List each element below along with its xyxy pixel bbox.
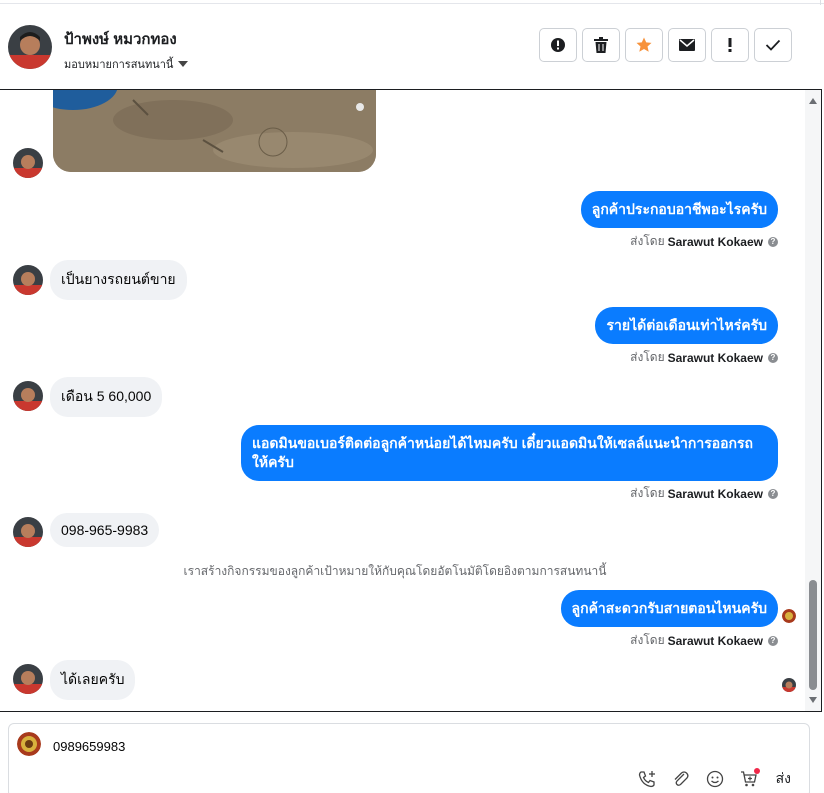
outgoing-message: แอดมินขอเบอร์ติดต่อลูกค้าหน่อยได้ไหมครับ…: [241, 425, 778, 481]
outgoing-message: ลูกค้าสะดวกรับสายตอนไหนครับ: [560, 590, 778, 627]
outgoing-message: ลูกค้าประกอบอาชีพอะไรครับ: [580, 191, 778, 228]
sent-by-prefix: ส่งโดย: [630, 486, 665, 500]
sent-by-agent: Sarawut Kokaew: [667, 486, 763, 501]
trash-icon: [594, 37, 608, 53]
phone-plus-icon: [638, 771, 655, 788]
scroll-up-icon[interactable]: [809, 98, 817, 104]
star-button[interactable]: [625, 28, 663, 62]
seen-avatar: [782, 678, 796, 692]
help-icon[interactable]: ?: [768, 635, 778, 646]
outgoing-message: รายได้ต่อเดือนเท่าไหร่ครับ: [595, 307, 778, 344]
sent-by-label: ส่งโดย Sarawut Kokaew ?: [630, 348, 778, 367]
add-to-cart-button[interactable]: [738, 768, 760, 790]
sent-by-prefix: ส่งโดย: [630, 350, 665, 364]
done-button[interactable]: [754, 28, 792, 62]
alert-circle-icon: [551, 38, 565, 52]
attach-button[interactable]: [670, 768, 692, 790]
sent-by-label: ส่งโดย Sarawut Kokaew ?: [630, 484, 778, 503]
top-divider: [0, 0, 824, 4]
emoji-icon: [706, 770, 723, 788]
caret-down-icon: [178, 61, 189, 67]
scroll-down-icon[interactable]: [809, 697, 817, 703]
system-note: เราสร้างกิจกรรมของลูกค้าเป้าหมายให้กับคุ…: [183, 564, 607, 578]
message-thread[interactable]: ลูกค้าประกอบอาชีพอะไรครับ ส่งโดย Sarawut…: [0, 89, 822, 712]
important-button[interactable]: [711, 28, 749, 62]
assign-conversation-dropdown[interactable]: มอบหมายการสนทนานี้: [64, 55, 189, 73]
scrollbar-thumb[interactable]: [809, 580, 817, 690]
sent-by-label: ส่งโดย Sarawut Kokaew ?: [630, 631, 778, 650]
envelope-icon: [679, 39, 695, 51]
help-icon[interactable]: ?: [768, 236, 778, 247]
contact-avatar-small: [13, 265, 43, 295]
send-button[interactable]: ส่ง: [776, 768, 791, 790]
composer-toolbar: ส่ง: [636, 768, 791, 790]
contact-name: ป้าพงษ์ หมวกทอง: [64, 31, 177, 48]
sent-by-agent: Sarawut Kokaew: [667, 350, 763, 365]
photo-attachment[interactable]: [53, 90, 376, 172]
incoming-message: เดือน 5 60,000: [50, 377, 163, 417]
call-button[interactable]: [636, 768, 658, 790]
delete-button[interactable]: [582, 28, 620, 62]
incoming-message: 098-965-9983: [50, 513, 160, 547]
help-icon[interactable]: ?: [768, 488, 778, 499]
header-actions: [539, 28, 792, 62]
message-composer[interactable]: 0989659983 ส่ง: [8, 723, 810, 793]
check-icon: [765, 39, 781, 51]
incoming-message: เป็นยางรถยนต์ขาย: [50, 260, 187, 300]
report-spam-button[interactable]: [539, 28, 577, 62]
sent-by-agent: Sarawut Kokaew: [667, 234, 763, 249]
message-input[interactable]: 0989659983: [53, 739, 125, 754]
exclamation-icon: [728, 38, 732, 52]
contact-avatar-small: [13, 381, 43, 411]
mark-unread-button[interactable]: [668, 28, 706, 62]
incoming-message: ได้เลยครับ: [50, 660, 136, 700]
assign-label: มอบหมายการสนทนานี้: [64, 59, 174, 71]
emoji-button[interactable]: [704, 768, 726, 790]
scrollbar[interactable]: [805, 90, 821, 711]
conversation-header: ป้าพงษ์ หมวกทอง มอบหมายการสนทนานี้: [0, 5, 824, 89]
sent-by-prefix: ส่งโดย: [630, 633, 665, 647]
contact-avatar-small: [13, 664, 43, 694]
notification-dot: [753, 768, 760, 774]
contact-avatar[interactable]: [8, 25, 52, 69]
sent-by-label: ส่งโดย Sarawut Kokaew ?: [630, 232, 778, 251]
contact-avatar-small: [13, 148, 43, 178]
sent-by-agent: Sarawut Kokaew: [667, 633, 763, 648]
star-icon: [636, 37, 652, 52]
help-icon[interactable]: ?: [768, 352, 778, 363]
seen-avatar: [782, 609, 796, 623]
paperclip-icon: [674, 771, 689, 786]
contact-avatar-small: [13, 517, 43, 547]
sent-by-prefix: ส่งโดย: [630, 234, 665, 248]
page-avatar: [17, 732, 41, 756]
